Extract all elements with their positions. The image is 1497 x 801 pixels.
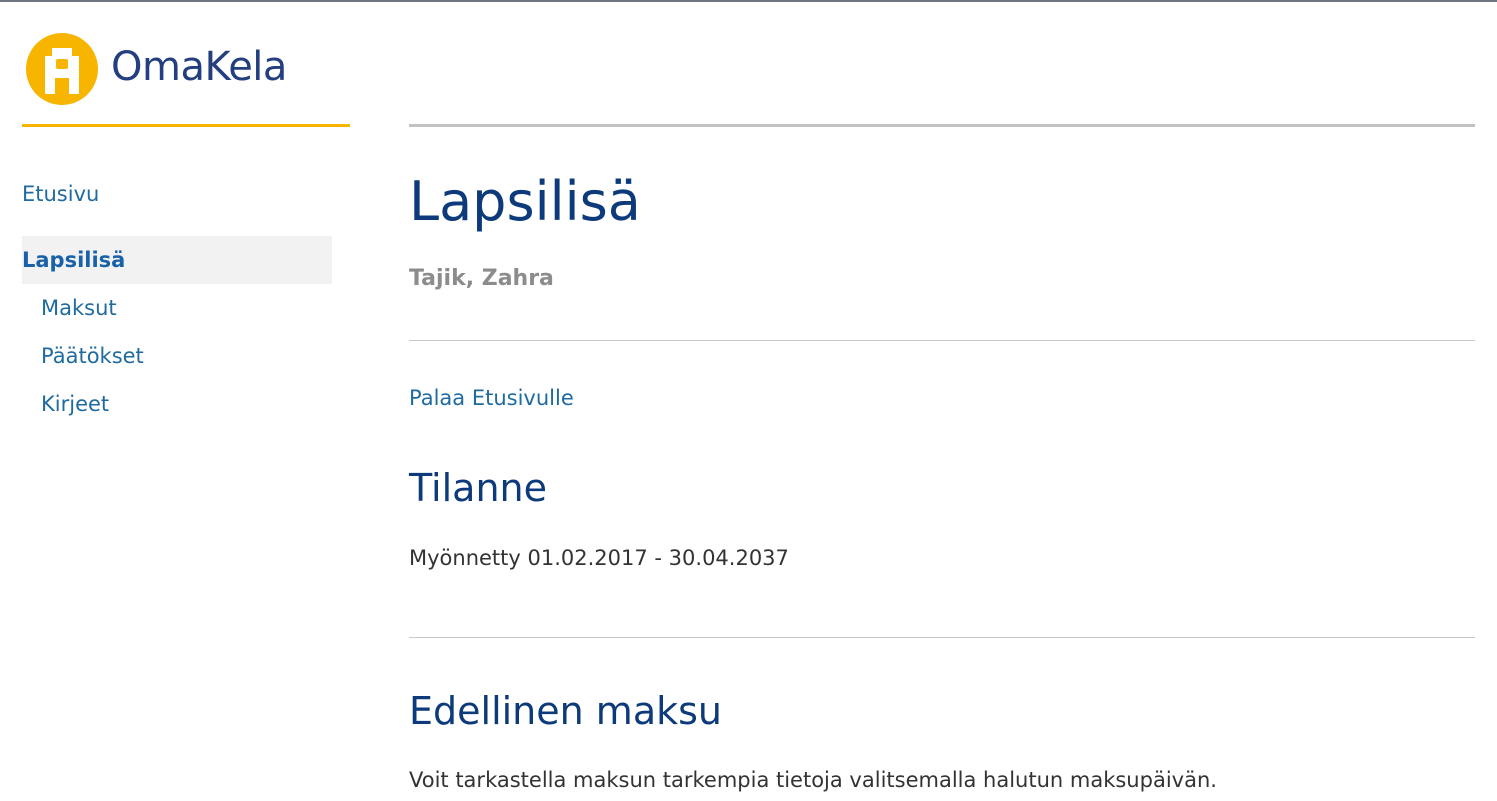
sidebar-item-etusivu[interactable]: Etusivu bbox=[22, 170, 332, 218]
divider bbox=[409, 637, 1475, 638]
previous-payment-heading: Edellinen maksu bbox=[409, 689, 722, 733]
back-to-home-link[interactable]: Palaa Etusivulle bbox=[409, 386, 574, 410]
sidebar-nav: Etusivu Lapsilisä Maksut Päätökset Kirje… bbox=[22, 170, 332, 428]
sidebar-item-kirjeet[interactable]: Kirjeet bbox=[22, 380, 332, 428]
divider bbox=[409, 340, 1475, 341]
person-name: Tajik, Zahra bbox=[409, 266, 554, 291]
payment-info-text: Voit tarkastella maksun tarkempia tietoj… bbox=[409, 768, 1217, 792]
header-divider bbox=[409, 124, 1475, 127]
status-heading: Tilanne bbox=[409, 466, 547, 510]
sidebar-item-lapsilisa[interactable]: Lapsilisä bbox=[22, 236, 332, 284]
sidebar-item-paatokset[interactable]: Päätökset bbox=[22, 332, 332, 380]
kela-tower-icon bbox=[26, 33, 98, 105]
top-border bbox=[0, 0, 1497, 2]
sidebar-item-maksut[interactable]: Maksut bbox=[22, 284, 332, 332]
status-text: Myönnetty 01.02.2017 - 30.04.2037 bbox=[409, 546, 789, 570]
page-title: Lapsilisä bbox=[409, 170, 641, 233]
omakela-logo[interactable]: OmaKela bbox=[25, 32, 287, 106]
logo-underline bbox=[22, 124, 350, 127]
logo-text: OmaKela bbox=[111, 44, 287, 90]
